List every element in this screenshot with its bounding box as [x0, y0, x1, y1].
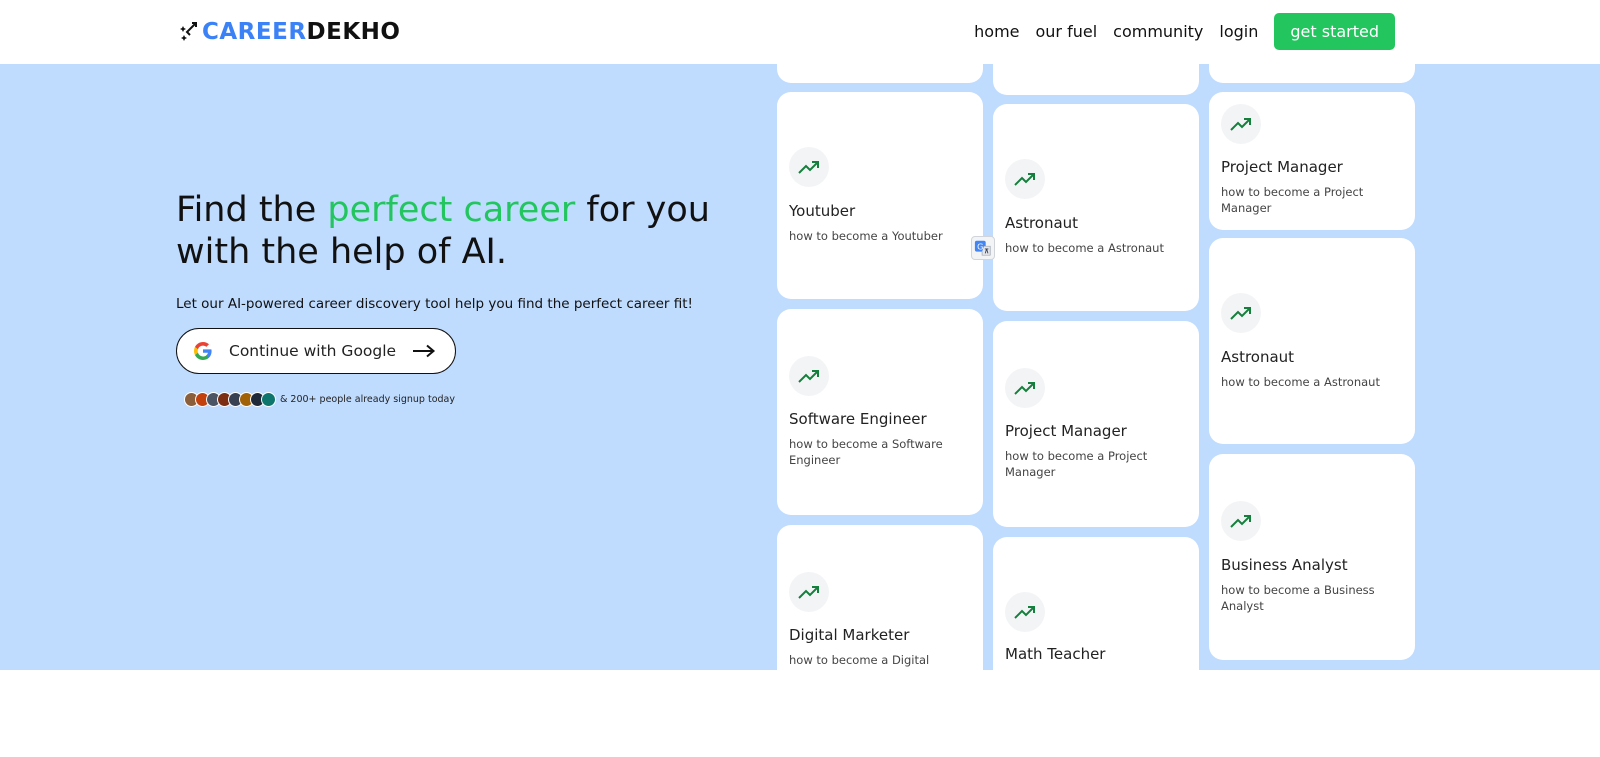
get-started-button[interactable]: get started — [1274, 13, 1395, 50]
headline-pre: Find the — [176, 190, 328, 230]
trend-up-icon — [1221, 501, 1261, 541]
arrow-right-icon — [413, 344, 436, 358]
career-card-subtitle: how to become a Project Manager — [1221, 185, 1364, 215]
translate-icon[interactable]: G — [971, 236, 995, 260]
trend-up-icon — [1221, 293, 1261, 333]
career-card-subtitle: how to become a Astronaut — [1221, 375, 1380, 389]
google-icon — [194, 342, 212, 360]
career-card-title: Digital Marketer — [789, 626, 910, 644]
google-button-label: Continue with Google — [229, 342, 397, 360]
social-proof-text: & 200+ people already signup today — [280, 394, 455, 405]
trend-up-icon — [1005, 592, 1045, 632]
career-card-subtitle: how to become a Astronaut — [1005, 241, 1164, 255]
career-card-title: Business Analyst — [1221, 556, 1348, 574]
trend-up-icon — [1005, 159, 1045, 199]
logo-text-career: CAREER — [202, 19, 307, 45]
trend-up-icon — [1221, 104, 1261, 144]
headline-highlight: perfect career — [327, 190, 576, 230]
trend-up-icon — [789, 356, 829, 396]
nav-login-link[interactable]: login — [1219, 22, 1258, 41]
trend-up-icon — [789, 147, 829, 187]
career-card-subtitle: how to become a Project Manager — [1005, 449, 1148, 479]
career-card-subtitle: how to become a Software Engineer — [789, 437, 943, 467]
career-card-title: Astronaut — [1005, 214, 1079, 232]
nav-home-link[interactable]: home — [974, 22, 1019, 41]
career-card-subtitle: how to become a Digital — [789, 653, 930, 667]
trend-up-icon — [1005, 368, 1045, 408]
nav-our-fuel-link[interactable]: our fuel — [1036, 22, 1098, 41]
career-card-title: Software Engineer — [789, 410, 927, 428]
svg-text:G: G — [977, 241, 983, 251]
trend-up-icon — [789, 572, 829, 612]
header: CAREERDEKHO home our fuel community logi… — [0, 0, 1600, 64]
career-card-subtitle: how to become a Business Analyst — [1221, 583, 1375, 613]
career-card-title: Youtuber — [789, 202, 856, 220]
hero-subtext: Let our AI-powered career discovery tool… — [176, 296, 693, 312]
logo-text-dekho: DEKHO — [306, 19, 401, 45]
continue-with-google-button[interactable]: Continue with Google — [176, 328, 456, 374]
career-card-astronaut[interactable]: Astronaut how to become a Astronaut — [1209, 238, 1415, 444]
career-card-title: Project Manager — [1005, 422, 1127, 440]
career-card-title: Astronaut — [1221, 348, 1295, 366]
avatar — [261, 392, 276, 407]
career-card-title: Project Manager — [1221, 158, 1343, 176]
avatar-group — [184, 392, 276, 407]
logo-mark-icon — [180, 22, 197, 41]
page-footer-space — [0, 670, 1600, 757]
career-card-project-manager[interactable]: Project Manager how to become a Project … — [993, 321, 1199, 527]
career-card-software-engineer[interactable]: Software Engineer how to become a Softwa… — [777, 309, 983, 515]
career-card-title: Math Teacher — [1005, 645, 1106, 663]
main-nav: home our fuel community login get starte… — [974, 13, 1395, 50]
logo[interactable]: CAREERDEKHO — [178, 16, 400, 48]
career-card-subtitle: how to become a Youtuber — [789, 229, 943, 243]
career-card-astronaut[interactable]: Astronaut how to become a Astronaut — [993, 104, 1199, 311]
career-card-project-manager[interactable]: Project Manager how to become a Project … — [1209, 92, 1415, 230]
career-card-business-analyst[interactable]: Business Analyst how to become a Busines… — [1209, 454, 1415, 660]
social-proof: & 200+ people already signup today — [184, 392, 455, 407]
career-card-youtuber[interactable]: Youtuber how to become a Youtuber — [777, 92, 983, 299]
hero-headline: Find the perfect career for you with the… — [176, 189, 736, 273]
nav-community-link[interactable]: community — [1113, 22, 1203, 41]
